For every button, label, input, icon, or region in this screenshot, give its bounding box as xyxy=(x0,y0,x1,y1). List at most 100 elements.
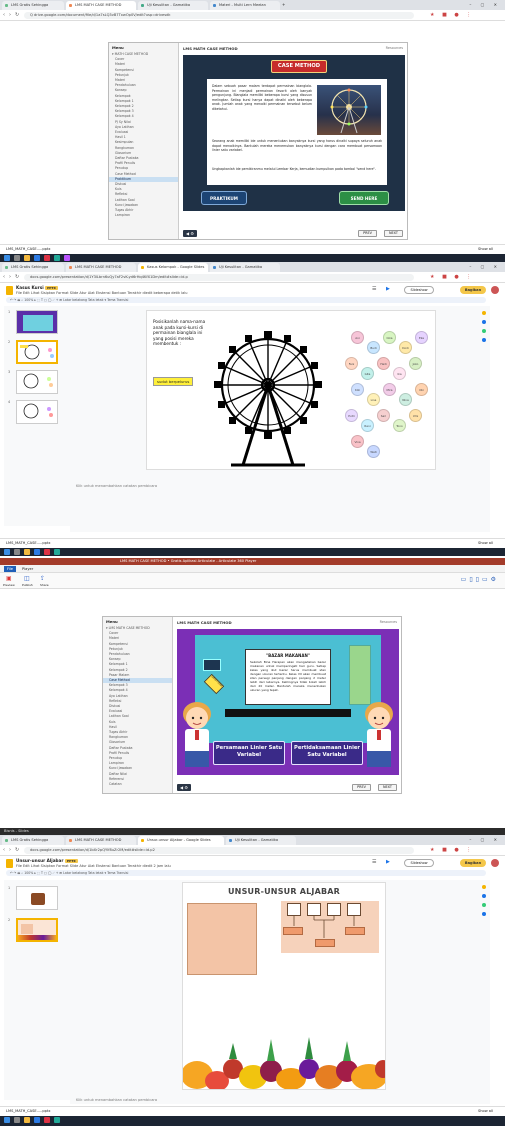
search-icon[interactable] xyxy=(14,255,20,261)
avatar[interactable] xyxy=(491,859,499,867)
app-icon[interactable] xyxy=(54,549,60,555)
browser-tab[interactable]: LMS MATH CASE METHOD xyxy=(66,836,136,845)
browser-tab[interactable]: LMS Gratis Sehingga xyxy=(2,263,64,272)
contacts-icon[interactable] xyxy=(482,329,486,333)
share-button[interactable]: Bagikan xyxy=(460,286,486,294)
app-icon[interactable] xyxy=(54,1117,60,1123)
share-icon[interactable]: ⇪ xyxy=(40,575,45,582)
player-controls[interactable]: ◀ ⚙ xyxy=(177,784,191,791)
document-title[interactable]: Kasus Kursi PPTX xyxy=(16,285,58,290)
slide-unsur-aljabar[interactable]: UNSUR-UNSUR ALJABAR xyxy=(182,882,386,1090)
url-input[interactable]: docs.google.com/presentation/d/1Y3lLbrn6… xyxy=(24,274,414,281)
name-bubble[interactable]: Joko xyxy=(409,357,422,370)
next-button[interactable]: NEXT xyxy=(377,784,397,791)
show-all-button[interactable]: Show all xyxy=(478,245,493,254)
name-bubble[interactable]: Eka xyxy=(415,331,428,344)
back-icon[interactable]: ‹ xyxy=(3,847,5,854)
download-item[interactable]: LMS_MATH_CASE.....pptx xyxy=(6,245,51,254)
name-bubble[interactable]: Oki xyxy=(415,383,428,396)
slide-thumbnail-4[interactable] xyxy=(16,400,58,424)
keep-icon[interactable] xyxy=(482,311,486,315)
chrome-icon[interactable] xyxy=(44,255,50,261)
explorer-icon[interactable] xyxy=(24,549,30,555)
name-bubble[interactable]: Mira xyxy=(383,383,396,396)
browser-tab[interactable]: LMS Gratis Sehingga xyxy=(2,1,64,10)
window-controls[interactable]: – ▢ ✕ xyxy=(469,262,501,272)
name-bubble[interactable]: Fani xyxy=(345,357,358,370)
plsv-button[interactable]: Persamaan Linier Satu Variabel xyxy=(213,741,285,765)
slides-logo-icon[interactable] xyxy=(6,286,13,295)
meet-icon[interactable]: ▶ xyxy=(386,286,390,293)
slide-thumbnail-1[interactable] xyxy=(16,310,58,334)
browser-tab[interactable]: Uji Kesulitan - Gamatika xyxy=(138,1,208,10)
reload-icon[interactable]: ↻ xyxy=(15,847,19,854)
maps-icon[interactable] xyxy=(482,912,486,916)
menu-item[interactable]: Lampiran xyxy=(109,213,178,218)
explorer-icon[interactable] xyxy=(24,255,30,261)
browser-tab-active[interactable]: Unsur-unsur Aljabar - Google Slides xyxy=(138,836,224,845)
name-bubble[interactable]: Rani xyxy=(361,419,374,432)
preview-icon[interactable]: ▣ xyxy=(6,575,12,582)
document-title[interactable]: Unsur-unsur Aljabar PPTX xyxy=(16,858,78,863)
menu-bar[interactable]: File Edit Lihat Sisipkan Format Slide At… xyxy=(16,291,187,295)
forward-icon[interactable]: › xyxy=(9,847,11,854)
name-bubble[interactable]: Budi xyxy=(367,341,380,354)
name-bubble[interactable]: Sari xyxy=(377,409,390,422)
window-controls[interactable]: – ▢ ✕ xyxy=(469,0,501,10)
edge-icon[interactable] xyxy=(34,255,40,261)
app-icon[interactable] xyxy=(54,255,60,261)
share-button[interactable]: Bagikan xyxy=(460,859,486,867)
name-bubble[interactable]: Umi xyxy=(409,409,422,422)
name-bubble[interactable]: Ika xyxy=(393,367,406,380)
slides-toolbar[interactable]: ↶ ↷ 🖶 ⌕ 100% ▸ ⬚ T ▢ ◯ ⟋ + ⊞ Latar belak… xyxy=(6,870,486,876)
browser-tab[interactable]: Materi - Multi Lern Meelan xyxy=(210,1,280,10)
start-icon[interactable] xyxy=(4,1117,10,1123)
reload-icon[interactable]: ↻ xyxy=(15,274,19,281)
prev-button[interactable]: PREV xyxy=(352,784,371,791)
menu-item[interactable]: Catatan xyxy=(103,782,172,787)
window-controls[interactable]: – ▢ ✕ xyxy=(469,835,501,845)
name-bubble[interactable]: Dodi xyxy=(399,341,412,354)
back-icon[interactable]: ‹ xyxy=(3,274,5,281)
slides-toolbar[interactable]: ↶ ↷ 🖶 ⌕ 100% ▸ ⬚ T ▢ ◯ ⟋ + ⊞ Latar belak… xyxy=(6,297,486,303)
search-icon[interactable] xyxy=(14,549,20,555)
device-preview-icons[interactable]: ▭▯▯▭⚙ xyxy=(461,576,499,583)
chrome-icon[interactable] xyxy=(44,549,50,555)
extension-icons[interactable]: ★ ■ ● ⋮ xyxy=(430,274,474,281)
slide-thumbnail-2[interactable] xyxy=(16,918,58,942)
browser-tab-active[interactable]: Kasus Kelompok - Google Slides xyxy=(138,263,208,272)
reload-icon[interactable]: ↻ xyxy=(15,12,19,19)
name-bubble[interactable]: Cika xyxy=(383,331,396,344)
extension-icons[interactable]: ★ ■ ● ⋮ xyxy=(430,12,474,19)
player-controls[interactable]: ◀ ⚙ xyxy=(183,230,197,237)
chrome-icon[interactable] xyxy=(44,1117,50,1123)
slide-thumbnail-2[interactable] xyxy=(16,340,58,364)
download-item[interactable]: LMS_MATH_CASE.....pptx xyxy=(6,1107,51,1116)
start-icon[interactable] xyxy=(4,255,10,261)
contacts-icon[interactable] xyxy=(482,903,486,907)
browser-tab[interactable]: LMS Gratis Sehingga xyxy=(2,836,64,845)
url-input[interactable]: Q drive.google.com/document/file/d/1a7sL… xyxy=(24,12,414,19)
name-bubble[interactable]: Kiki xyxy=(351,383,364,396)
ribbon-tab-player[interactable]: Player xyxy=(22,566,33,572)
ribbon-tab-file[interactable]: File xyxy=(4,566,17,572)
slide-bianglala[interactable]: Posisikanlah nama-nama anak pada kursi-k… xyxy=(146,310,436,470)
extension-icons[interactable]: ★ ■ ● ⋮ xyxy=(430,847,474,854)
praktikum-button[interactable]: PRAKTIKUM xyxy=(201,191,247,205)
name-bubble[interactable]: Gita xyxy=(361,367,374,380)
name-bubble[interactable]: Ani xyxy=(351,331,364,344)
forward-icon[interactable]: › xyxy=(9,12,11,19)
name-bubble[interactable]: Tono xyxy=(393,419,406,432)
slideshow-button[interactable]: Slideshow xyxy=(404,286,434,294)
name-bubble[interactable]: Vina xyxy=(351,435,364,448)
resources-link[interactable]: Resources xyxy=(386,46,403,50)
name-bubble[interactable]: Wati xyxy=(367,445,380,458)
resources-link[interactable]: Resources xyxy=(380,620,397,624)
maps-icon[interactable] xyxy=(482,338,486,342)
start-icon[interactable] xyxy=(4,549,10,555)
tasks-icon[interactable] xyxy=(482,894,486,898)
browser-tab-active[interactable]: LMS MATH CASE METHOD xyxy=(66,1,136,10)
show-all-button[interactable]: Show all xyxy=(478,539,493,548)
edge-icon[interactable] xyxy=(34,1117,40,1123)
speaker-notes[interactable]: Klik untuk menambahkan catatan pembicara xyxy=(76,1098,157,1102)
